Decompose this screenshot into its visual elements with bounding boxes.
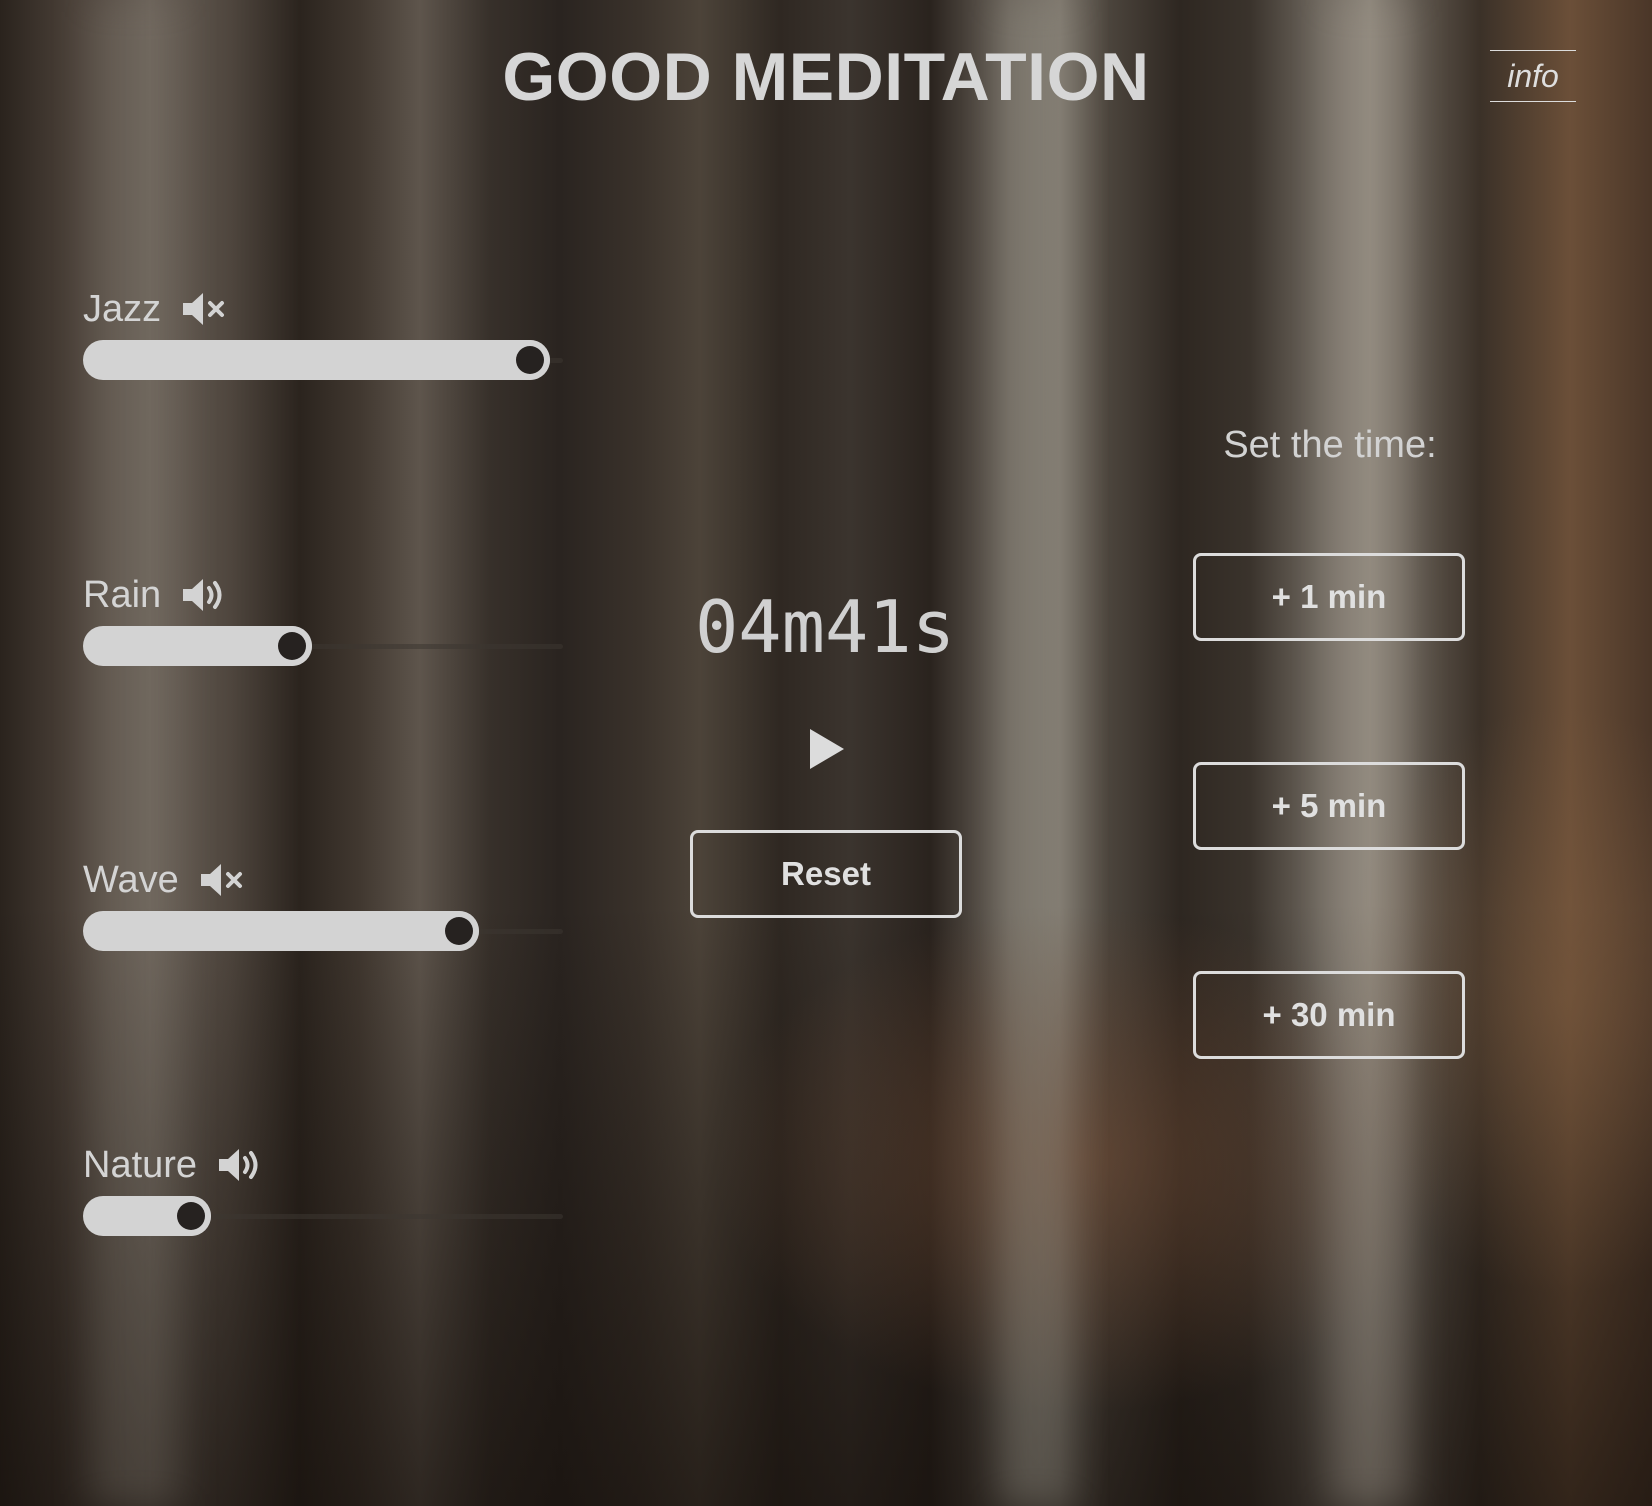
channel-header: Nature — [83, 1140, 563, 1190]
set-time-label: Set the time: — [1223, 424, 1437, 466]
add-5-min-button[interactable]: + 5 min — [1193, 762, 1465, 850]
speaker-muted-icon[interactable] — [199, 860, 247, 900]
channel-label: Jazz — [83, 287, 162, 330]
channel-label: Nature — [83, 1143, 198, 1186]
slider-thumb[interactable] — [171, 1196, 211, 1236]
channel-label: Wave — [83, 858, 179, 901]
play-icon — [810, 729, 844, 769]
add-30-min-button[interactable]: + 30 min — [1193, 971, 1465, 1059]
page-title: GOOD MEDITATION — [502, 39, 1150, 115]
volume-slider[interactable] — [83, 626, 563, 666]
volume-slider[interactable] — [83, 911, 563, 951]
slider-fill — [83, 340, 550, 380]
sound-channel-rain: Rain — [83, 570, 563, 666]
timer-display: 04m41s — [694, 585, 956, 669]
info-link[interactable]: info — [1490, 50, 1576, 102]
channel-label: Rain — [83, 573, 162, 616]
background-light-stripe — [1000, 0, 1070, 1506]
speaker-sound-icon[interactable] — [217, 1145, 265, 1185]
speaker-sound-icon[interactable] — [181, 575, 229, 615]
volume-slider[interactable] — [83, 340, 563, 380]
volume-slider[interactable] — [83, 1196, 563, 1236]
slider-thumb[interactable] — [509, 340, 550, 380]
channel-header: Wave — [83, 855, 563, 905]
slider-fill — [83, 911, 480, 951]
speaker-muted-icon[interactable] — [181, 289, 229, 329]
sound-channel-nature: Nature — [83, 1140, 563, 1236]
slider-thumb[interactable] — [272, 626, 313, 666]
background-light-stripe — [90, 0, 180, 1506]
channel-header: Rain — [83, 570, 563, 620]
sound-channel-wave: Wave — [83, 855, 563, 951]
add-1-min-button[interactable]: + 1 min — [1193, 553, 1465, 641]
background-light-stripe — [1330, 0, 1410, 1506]
channel-header: Jazz — [83, 284, 563, 334]
slider-thumb[interactable] — [439, 911, 480, 951]
sound-channel-jazz: Jazz — [83, 284, 563, 380]
play-button[interactable] — [802, 725, 850, 773]
reset-button[interactable]: Reset — [690, 830, 962, 918]
